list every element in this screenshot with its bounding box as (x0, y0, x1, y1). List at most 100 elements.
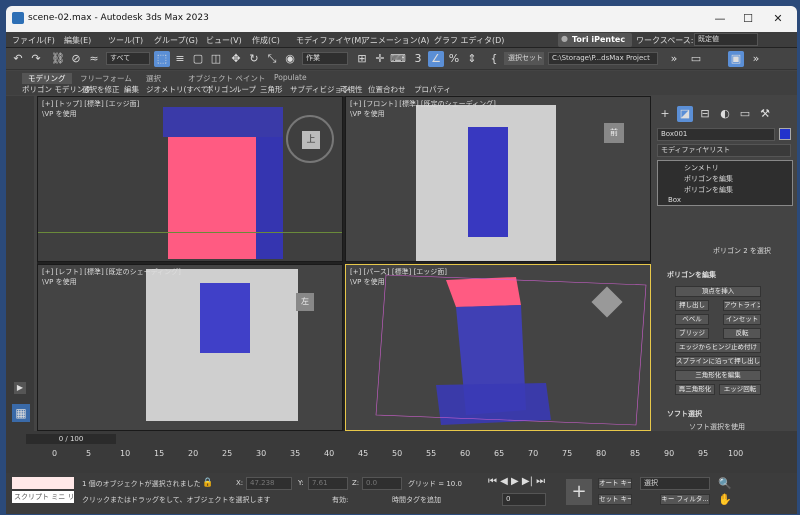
add-key-icon[interactable]: + (566, 479, 592, 505)
ribbon-edit[interactable]: 編集 (124, 84, 139, 95)
set-key-button[interactable]: セット キー (598, 494, 632, 505)
viewport-top[interactable]: 上 [+] [トップ] [標準] [エッジ面] \VP を使用 (37, 96, 343, 262)
bridge-button[interactable]: ブリッジ (675, 328, 709, 339)
viewport-left[interactable]: 左 [+] [レフト] [標準] [既定のシェーディング] \VP を使用 (37, 264, 343, 431)
viewport-top-label[interactable]: [+] [トップ] [標準] [エッジ面] (42, 99, 139, 109)
hierarchy-panel-icon[interactable]: ⊟ (697, 106, 713, 122)
auto-key-button[interactable]: オート キー (598, 478, 632, 489)
modify-panel-icon[interactable]: ◪ (677, 106, 693, 122)
viewport-front-label[interactable]: [+] [フロント] [標準] [既定のシェーディング] (350, 99, 496, 109)
menu-graph-editors[interactable]: グラフ エディタ(D) (434, 35, 504, 46)
object-color-swatch[interactable] (779, 128, 791, 140)
close-button[interactable]: ✕ (764, 10, 792, 28)
tab-modeling[interactable]: モデリング (22, 73, 72, 84)
menu-views[interactable]: ビュー(V) (206, 35, 242, 46)
key-filters-button[interactable]: キー フィルタ... (660, 494, 710, 505)
tab-freeform[interactable]: フリーフォーム (80, 73, 132, 84)
ribbon-polygons[interactable]: ポリゴン (206, 84, 236, 95)
viewport-perspective[interactable]: [+] [パース] [標準] [エッジ面] \VP を使用 (345, 264, 651, 431)
snap-3d-icon[interactable]: 3 (410, 51, 426, 67)
window-crossing-icon[interactable]: ◫ (208, 51, 224, 67)
link-icon[interactable]: ⛓ (50, 51, 66, 67)
add-time-tag[interactable]: 時間タグを追加 (392, 495, 441, 505)
playback-controls-icon[interactable]: ⏮ ◀ ▶ ▶| ⏭ (488, 476, 545, 487)
select-by-name-icon[interactable]: ≡ (172, 51, 188, 67)
turn-button[interactable]: エッジ回転 (719, 384, 761, 395)
save-icon[interactable]: ▣ (728, 51, 744, 67)
stack-symmetry[interactable]: シンメトリ (684, 163, 719, 173)
more-icon-2[interactable]: » (748, 51, 764, 67)
rect-selection-icon[interactable]: ▢ (190, 51, 206, 67)
edit-named-sel-icon[interactable]: { (486, 51, 502, 67)
menu-group[interactable]: グループ(G) (154, 35, 198, 46)
project-folder-icon[interactable]: ▭ (688, 51, 704, 67)
key-mode-dropdown[interactable]: 選択 (640, 477, 710, 490)
menu-tools[interactable]: ツール(T) (108, 35, 143, 46)
play-icon[interactable]: ▶ (14, 382, 26, 394)
display-panel-icon[interactable]: ▭ (737, 106, 753, 122)
ribbon-modify-selection[interactable]: 選択を修正 (82, 84, 120, 95)
select-object-icon[interactable]: ⬚ (154, 51, 170, 67)
maximize-button[interactable]: ☐ (734, 10, 762, 28)
select-manipulate-icon[interactable]: ✛ (372, 51, 388, 67)
viewcube-top[interactable]: 上 (286, 115, 334, 163)
maxscript-mini-listener[interactable]: スクリプト ミニ リス (12, 491, 74, 503)
inset-button[interactable]: インセット (723, 314, 761, 325)
track-bar[interactable]: 0 5 10 15 20 25 30 35 40 45 50 55 60 65 … (6, 447, 797, 469)
ribbon-align[interactable]: 位置合わせ (368, 84, 406, 95)
soft-selection-rollout[interactable]: ソフト選択 (667, 409, 702, 419)
stack-edit-poly-1[interactable]: ポリゴンを編集 (684, 174, 733, 184)
keyboard-shortcut-icon[interactable]: ⌨ (390, 51, 406, 67)
bevel-button[interactable]: ベベル (675, 314, 709, 325)
ribbon-properties[interactable]: プロパティ (414, 84, 451, 95)
workspace-dropdown[interactable]: 既定値 (694, 33, 758, 46)
tab-object-paint[interactable]: オブジェクト ペイント (188, 73, 265, 84)
redo-icon[interactable]: ↷ (28, 51, 44, 67)
menu-animation[interactable]: アニメーション(A) (362, 35, 429, 46)
x-coordinate-field[interactable]: 47.238 (246, 477, 292, 490)
create-selection-set-button[interactable]: 選択セット (504, 52, 544, 65)
selection-set-dropdown[interactable]: 作業 (302, 52, 348, 65)
extrude-along-spline-button[interactable]: スプラインに沿って押し出し (675, 356, 761, 367)
stack-edit-poly-2[interactable]: ポリゴンを編集 (684, 185, 733, 195)
ribbon-geometry-all[interactable]: ジオメトリ(すべて) (146, 84, 211, 95)
ribbon-loops[interactable]: ループ (234, 84, 256, 95)
pan-icon[interactable]: ✋ (718, 493, 732, 506)
lock-icon[interactable]: 🔒 (202, 478, 213, 488)
move-icon[interactable]: ✥ (228, 51, 244, 67)
minimize-button[interactable]: — (706, 10, 734, 28)
stack-box[interactable]: Box (668, 196, 681, 204)
percent-snap-icon[interactable]: % (446, 51, 462, 67)
angle-snap-icon[interactable]: ∠ (428, 51, 444, 67)
modifier-list-dropdown[interactable]: モディファイヤリスト (657, 144, 791, 157)
rotate-icon[interactable]: ↻ (246, 51, 262, 67)
viewcube-left[interactable]: 左 (296, 293, 314, 311)
hinge-from-edge-button[interactable]: エッジからヒンジ止め付け (675, 342, 761, 353)
edit-poly-rollout[interactable]: ポリゴンを編集 (667, 270, 716, 280)
menu-file[interactable]: ファイル(F) (12, 35, 55, 46)
time-slider[interactable]: 0 / 100 (26, 434, 116, 444)
viewport-front[interactable]: 前 [+] [フロント] [標準] [既定のシェーディング] \VP を使用 (345, 96, 651, 262)
ribbon-visibility[interactable]: 可視性 (340, 84, 363, 95)
z-coordinate-field[interactable]: 0.0 (362, 477, 402, 490)
pivot-icon[interactable]: ⊞ (354, 51, 370, 67)
retriangulate-button[interactable]: 再三角形化 (675, 384, 715, 395)
user-account[interactable]: ● Tori iPentec (558, 33, 632, 47)
create-panel-icon[interactable]: + (657, 106, 673, 122)
tab-selection[interactable]: 選択 (146, 73, 161, 84)
viewcube-front[interactable]: 前 (604, 123, 624, 143)
undo-icon[interactable]: ↶ (10, 51, 26, 67)
outline-button[interactable]: アウトライン (723, 300, 761, 311)
menu-modifiers[interactable]: モディファイヤ(M) (296, 35, 364, 46)
tab-populate[interactable]: Populate (274, 73, 307, 82)
scale-icon[interactable]: ⤡ (264, 51, 280, 67)
menu-create[interactable]: 作成(C) (252, 35, 280, 46)
place-icon[interactable]: ◉ (282, 51, 298, 67)
extrude-button[interactable]: 押し出し (675, 300, 709, 311)
bind-spacewarp-icon[interactable]: ≈ (86, 51, 102, 67)
unlink-icon[interactable]: ⊘ (68, 51, 84, 67)
project-path-dropdown[interactable]: C:\Storage\P...dsMax Project (548, 52, 658, 65)
edit-triangulation-button[interactable]: 三角形化を編集 (675, 370, 761, 381)
zoom-icon[interactable]: 🔍 (718, 477, 732, 490)
motion-panel-icon[interactable]: ◐ (717, 106, 733, 122)
